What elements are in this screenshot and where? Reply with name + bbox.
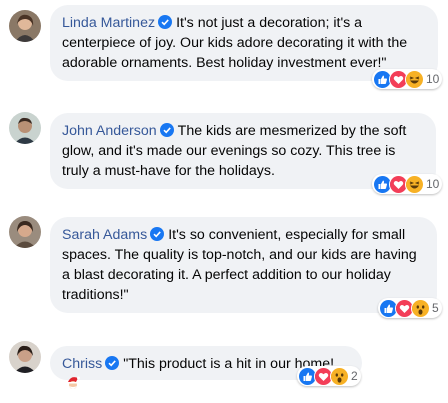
santa-emoji-icon xyxy=(65,375,81,391)
comment-bubble: Sarah Adams It's so convenient, especiall… xyxy=(50,217,437,313)
verified-icon xyxy=(159,123,174,137)
author-name[interactable]: Sarah Adams xyxy=(62,227,147,243)
reaction-count: 10 xyxy=(426,72,440,86)
verified-icon xyxy=(105,356,120,370)
wow-icon xyxy=(411,298,430,318)
verified-icon xyxy=(150,227,165,241)
reactions-summary[interactable]: 5 xyxy=(378,298,442,318)
reactions-summary[interactable]: 10 xyxy=(372,174,443,194)
author-name[interactable]: John Anderson xyxy=(62,123,157,139)
author-name[interactable]: Linda Martinez xyxy=(62,15,155,31)
avatar[interactable] xyxy=(9,10,41,42)
reactions-summary[interactable]: 10 xyxy=(372,69,443,89)
reactions-summary[interactable]: 2 xyxy=(297,366,361,386)
avatar[interactable] xyxy=(9,112,41,144)
author-name[interactable]: Chriss xyxy=(62,356,102,372)
reaction-count: 5 xyxy=(432,301,439,315)
haha-icon xyxy=(405,174,424,194)
reaction-count: 10 xyxy=(426,177,440,191)
avatar[interactable] xyxy=(9,341,41,373)
wow-icon xyxy=(330,366,349,386)
verified-icon xyxy=(158,15,173,29)
avatar[interactable] xyxy=(9,216,41,248)
reaction-count: 2 xyxy=(351,369,358,383)
haha-icon xyxy=(405,69,424,89)
